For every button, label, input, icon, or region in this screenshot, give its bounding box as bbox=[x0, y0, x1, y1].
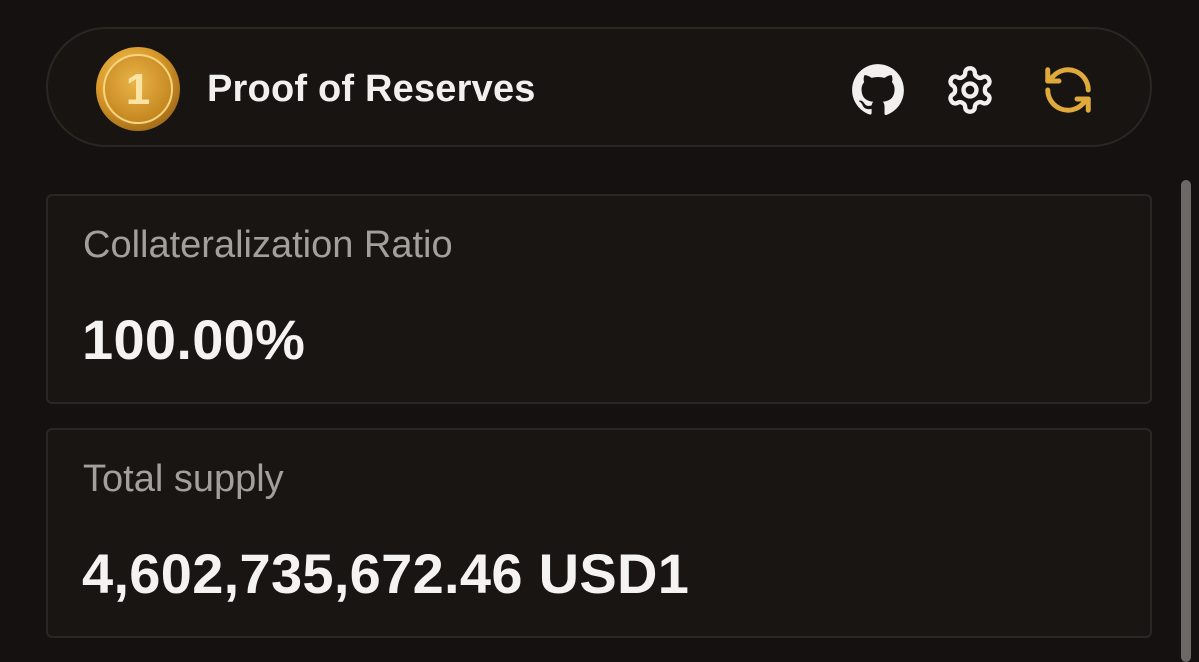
page: 1 Proof of Reserves Collateralization Ra… bbox=[0, 0, 1199, 662]
settings-button[interactable] bbox=[943, 63, 997, 117]
collateralization-ratio-label: Collateralization Ratio bbox=[83, 224, 453, 266]
page-title: Proof of Reserves bbox=[207, 68, 536, 110]
header-bar: 1 Proof of Reserves bbox=[46, 27, 1152, 147]
refresh-icon bbox=[1045, 67, 1091, 113]
github-button[interactable] bbox=[851, 63, 905, 117]
gear-icon bbox=[948, 66, 992, 114]
scrollbar[interactable] bbox=[1181, 180, 1191, 662]
collateralization-ratio-card: Collateralization Ratio 100.00% bbox=[46, 194, 1152, 404]
total-supply-card: Total supply 4,602,735,672.46 USD1 bbox=[46, 428, 1152, 638]
logo-numeral: 1 bbox=[126, 65, 150, 114]
total-supply-label: Total supply bbox=[83, 458, 284, 500]
usd1-coin-logo: 1 bbox=[95, 46, 181, 132]
total-supply-value: 4,602,735,672.46 USD1 bbox=[82, 542, 690, 605]
github-icon bbox=[852, 64, 904, 116]
refresh-button[interactable] bbox=[1041, 63, 1095, 117]
collateralization-ratio-value: 100.00% bbox=[82, 308, 306, 371]
